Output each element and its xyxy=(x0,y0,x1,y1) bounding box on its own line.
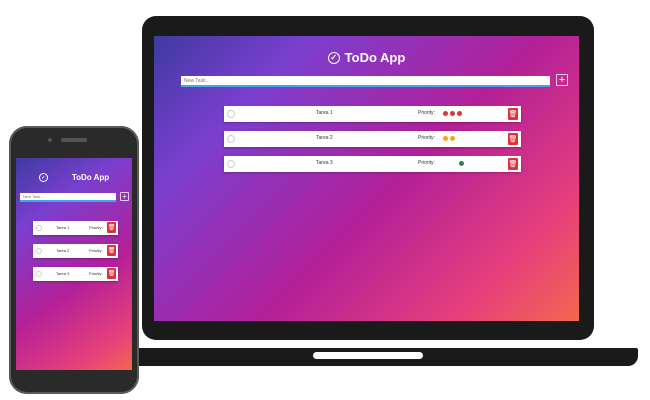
priority-label: Priority: xyxy=(89,225,103,230)
task-checkbox[interactable] xyxy=(227,110,235,118)
app-title: ToDo App xyxy=(71,173,110,182)
new-task-input[interactable] xyxy=(20,193,116,202)
phone-camera xyxy=(48,138,52,142)
delete-task-button[interactable]: 🗑 xyxy=(508,158,518,170)
delete-task-button[interactable]: 🗑 xyxy=(107,222,116,233)
priority-label: Priority: xyxy=(89,248,103,253)
task-checkbox[interactable] xyxy=(36,225,42,231)
task-name: Tarea 1 xyxy=(316,110,333,116)
priority-label: Priority: xyxy=(418,135,435,141)
app-header: ✓ ToDo App xyxy=(154,50,579,65)
task-row-3: Tarea 3 Priority: 🗑 xyxy=(33,267,118,281)
laptop-trackpad-notch xyxy=(313,352,423,359)
priority-dot xyxy=(450,136,455,141)
trash-icon: 🗑 xyxy=(508,161,518,168)
app-title: ToDo App xyxy=(344,50,406,65)
new-task-input[interactable] xyxy=(181,76,550,87)
trash-icon: 🗑 xyxy=(508,111,518,118)
delete-task-button[interactable]: 🗑 xyxy=(508,108,518,120)
trash-icon: 🗑 xyxy=(508,136,518,143)
trash-icon: 🗑 xyxy=(107,248,116,254)
priority-dots xyxy=(459,161,464,166)
priority-dot xyxy=(450,111,455,116)
task-name: Tarea 1 xyxy=(56,225,70,230)
task-name: Tarea 2 xyxy=(316,135,333,141)
check-circle-icon: ✓ xyxy=(38,173,48,182)
task-row-3: Tarea 3 Priority: 🗑 xyxy=(224,156,521,172)
task-checkbox[interactable] xyxy=(227,135,235,143)
priority-dots xyxy=(443,111,462,116)
task-name: Tarea 3 xyxy=(316,160,333,166)
priority-label: Priority: xyxy=(418,160,435,166)
add-task-button[interactable]: + xyxy=(556,74,568,86)
delete-task-button[interactable]: 🗑 xyxy=(508,133,518,145)
plus-icon: + xyxy=(558,73,566,86)
trash-icon: 🗑 xyxy=(107,225,116,231)
delete-task-button[interactable]: 🗑 xyxy=(107,268,116,279)
priority-dot xyxy=(443,136,448,141)
priority-dots xyxy=(443,136,455,141)
phone-speaker xyxy=(61,138,87,142)
task-checkbox[interactable] xyxy=(227,160,235,168)
laptop-screen: ✓ ToDo App + Tarea 1 Priority: 🗑 Tarea 2… xyxy=(154,36,579,321)
delete-task-button[interactable]: 🗑 xyxy=(107,245,116,256)
task-list: Tarea 1 Priority: 🗑 Tarea 2 Priority: 🗑 … xyxy=(33,221,118,290)
app-header: ✓ ToDo App xyxy=(16,173,132,182)
task-row-2: Tarea 2 Priority: 🗑 xyxy=(224,131,521,147)
priority-label: Priority: xyxy=(89,271,103,276)
phone-screen: ✓ ToDo App + Tarea 1 Priority: 🗑 Tarea 2… xyxy=(16,158,132,370)
task-row-1: Tarea 1 Priority: 🗑 xyxy=(224,106,521,122)
task-checkbox[interactable] xyxy=(36,248,42,254)
priority-dot xyxy=(457,111,462,116)
priority-dot xyxy=(459,161,464,166)
task-checkbox[interactable] xyxy=(36,271,42,277)
priority-label: Priority: xyxy=(418,110,435,116)
add-task-button[interactable]: + xyxy=(120,192,129,201)
task-name: Tarea 3 xyxy=(56,271,70,276)
trash-icon: 🗑 xyxy=(107,271,116,277)
plus-icon: + xyxy=(122,191,127,201)
check-circle-icon: ✓ xyxy=(327,51,340,64)
priority-dot xyxy=(443,111,448,116)
task-name: Tarea 2 xyxy=(56,248,70,253)
task-row-1: Tarea 1 Priority: 🗑 xyxy=(33,221,118,235)
task-row-2: Tarea 2 Priority: 🗑 xyxy=(33,244,118,258)
task-list: Tarea 1 Priority: 🗑 Tarea 2 Priority: 🗑 xyxy=(224,106,521,181)
